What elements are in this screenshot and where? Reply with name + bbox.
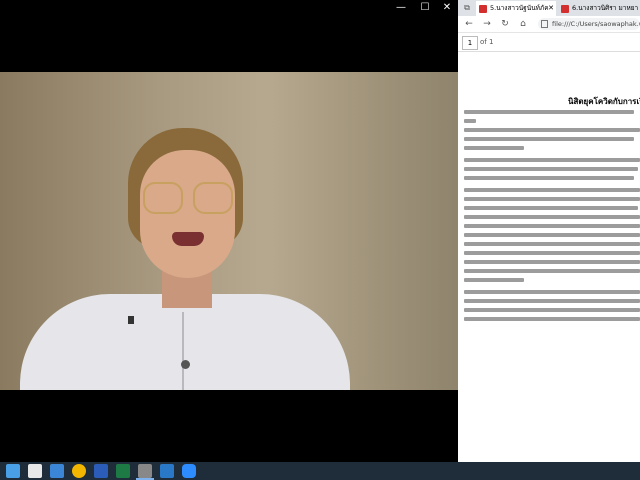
document-text-line <box>464 188 640 192</box>
document-text-line <box>464 278 524 282</box>
document-text-line <box>464 215 640 219</box>
home-icon[interactable]: ⌂ <box>516 17 530 31</box>
video-app-icon[interactable] <box>138 464 152 478</box>
address-text: file:///C:/Users/saowaphak.wa/Des <box>552 20 640 28</box>
taskbar <box>0 462 640 480</box>
document-text-line <box>464 137 634 141</box>
shirt-button <box>181 360 190 369</box>
maximize-icon[interactable]: ☐ <box>414 0 436 16</box>
shirt-fold <box>182 312 184 390</box>
pdf-icon <box>479 5 487 13</box>
pdf-browser-window[interactable]: ⧉ 5.นางสาวนัฐนันท์ภัค ✕ 6.นางสาวนิศิรา ม… <box>458 0 640 462</box>
document-text-line <box>464 242 640 246</box>
video-title-bar: — ☐ ✕ <box>0 0 458 16</box>
student-mouth <box>172 232 204 246</box>
tab-label: 6.นางสาวนิศิรา มาหยา <box>572 4 639 12</box>
glasses-left-lens <box>143 182 183 214</box>
tab-bar: ⧉ 5.นางสาวนัฐนันท์ภัค ✕ 6.นางสาวนิศิรา ม… <box>458 0 640 16</box>
document-text-line <box>464 224 640 228</box>
page-number-input[interactable]: 1 <box>462 36 478 50</box>
document-text-line <box>464 167 638 171</box>
back-icon[interactable]: ← <box>462 17 476 31</box>
document-text-line <box>464 308 640 312</box>
media-icon[interactable] <box>160 464 174 478</box>
tab-pdf-6[interactable]: 6.นางสาวนิศิรา มาหยา <box>558 1 640 16</box>
tab-close-icon[interactable]: ✕ <box>548 1 554 16</box>
document-text-line <box>464 290 640 294</box>
tab-label: 5.นางสาวนัฐนันท์ภัค <box>490 4 549 12</box>
document-text-line <box>464 299 640 303</box>
document-text-line <box>464 233 640 237</box>
document-text-line <box>464 158 640 162</box>
glasses-right-lens <box>193 182 233 214</box>
document-text-line <box>464 197 640 201</box>
refresh-icon[interactable]: ↻ <box>498 17 512 31</box>
address-bar[interactable]: file:///C:/Users/saowaphak.wa/Des <box>538 18 640 30</box>
store-icon[interactable] <box>28 464 42 478</box>
pdf-toolbar: 1 of 1 <box>458 33 640 52</box>
mail-icon[interactable] <box>50 464 64 478</box>
chrome-icon[interactable] <box>72 464 86 478</box>
document-text-line <box>464 176 634 180</box>
document-text-line <box>464 269 640 273</box>
forward-icon[interactable]: → <box>480 17 494 31</box>
windows-icon[interactable] <box>6 464 20 478</box>
navigation-bar: ← → ↻ ⌂ file:///C:/Users/saowaphak.wa/De… <box>458 16 640 33</box>
pdf-icon <box>561 5 569 13</box>
video-frame[interactable] <box>0 72 458 390</box>
collar-pin <box>128 316 134 324</box>
close-icon[interactable]: ✕ <box>436 0 458 16</box>
file-icon <box>541 20 548 28</box>
document-text-line <box>464 260 640 264</box>
word-icon[interactable] <box>94 464 108 478</box>
pdf-page[interactable]: นิสิตยุคโควิดกับการเรียนออนไลน์ <box>458 52 640 462</box>
document-text-line <box>464 251 640 255</box>
minimize-icon[interactable]: — <box>390 0 412 16</box>
video-player-window[interactable]: — ☐ ✕ <box>0 0 458 462</box>
document-text-line <box>464 110 634 114</box>
tab-actions-icon[interactable]: ⧉ <box>460 1 474 15</box>
page-count: of 1 <box>480 38 494 46</box>
document-text-line <box>464 146 524 150</box>
document-text-line <box>464 206 638 210</box>
student-face <box>140 150 235 278</box>
document-text-line <box>464 128 640 132</box>
tab-pdf-5[interactable]: 5.นางสาวนัฐนันท์ภัค ✕ <box>476 1 556 16</box>
excel-icon[interactable] <box>116 464 130 478</box>
zoom-icon[interactable] <box>182 464 196 478</box>
document-title: นิสิตยุคโควิดกับการเรียนออนไลน์ <box>568 96 640 106</box>
document-text-line <box>464 119 476 123</box>
student-shirt <box>20 294 350 390</box>
document-text-line <box>464 317 640 321</box>
